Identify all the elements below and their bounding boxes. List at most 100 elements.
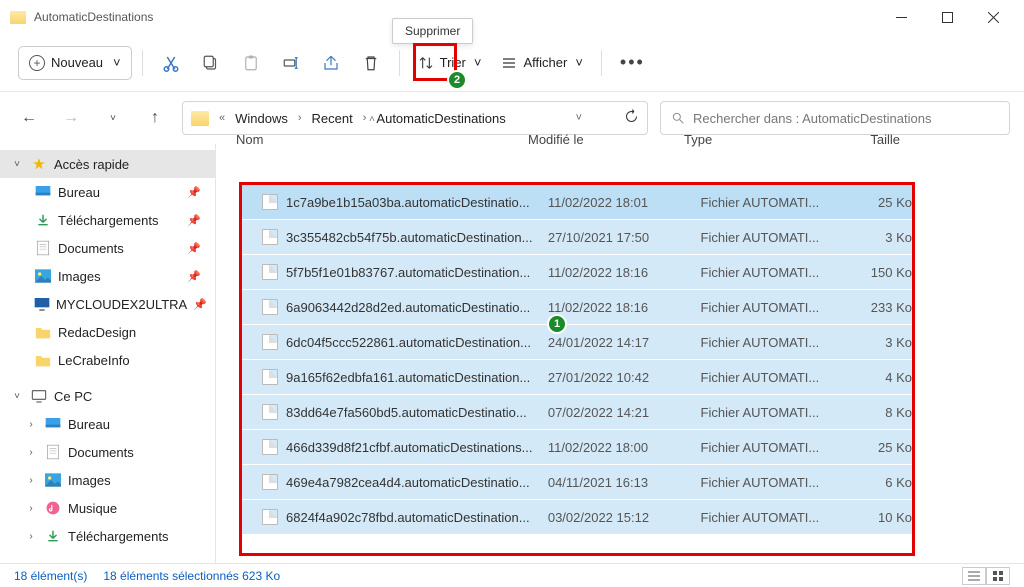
table-row[interactable]: 83dd64e7fa560bd5.automaticDestinatio... 0… bbox=[242, 395, 912, 430]
status-item-count: 18 élément(s) bbox=[14, 569, 87, 583]
rename-button[interactable] bbox=[273, 54, 309, 72]
plus-icon: + bbox=[29, 55, 45, 71]
sidebar-item[interactable]: ›Téléchargements bbox=[0, 522, 215, 550]
table-row[interactable]: 3c355482cb54f75b.automaticDestination...… bbox=[242, 220, 912, 255]
copy-button[interactable] bbox=[193, 54, 229, 72]
file-name: 3c355482cb54f75b.automaticDestination... bbox=[286, 230, 532, 245]
details-view-button[interactable] bbox=[962, 567, 986, 585]
desktop-icon bbox=[34, 184, 52, 200]
column-name[interactable]: Nom bbox=[236, 132, 528, 147]
file-icon bbox=[262, 474, 278, 490]
file-modified: 07/02/2022 14:21 bbox=[548, 405, 701, 420]
recent-locations-button[interactable]: ˅ bbox=[98, 103, 128, 133]
pin-icon: 📌 bbox=[193, 298, 207, 311]
doc-icon bbox=[44, 444, 62, 460]
chevron-right-icon: › bbox=[24, 531, 38, 542]
up-button[interactable]: ↑ bbox=[140, 103, 170, 133]
file-type: Fichier AUTOMATI... bbox=[701, 440, 834, 455]
sidebar-item[interactable]: RedacDesign bbox=[0, 318, 215, 346]
file-modified: 04/11/2021 16:13 bbox=[548, 475, 701, 490]
minimize-button[interactable] bbox=[878, 2, 924, 32]
sidebar-item[interactable]: ›Images bbox=[0, 466, 215, 494]
file-size: 10 Ko bbox=[834, 510, 912, 525]
sidebar-item[interactable]: LeCrabeInfo bbox=[0, 346, 215, 374]
file-name: 6824f4a902c78fbd.automaticDestination... bbox=[286, 510, 530, 525]
sidebar-item[interactable]: Images📌 bbox=[0, 262, 215, 290]
file-modified: 24/01/2022 14:17 bbox=[548, 335, 701, 350]
status-selected: 18 éléments sélectionnés 623 Ko bbox=[103, 569, 280, 583]
sort-icon bbox=[418, 55, 434, 71]
table-row[interactable]: 466d339d8f21cfbf.automaticDestinations..… bbox=[242, 430, 912, 465]
table-row[interactable]: 9a165f62edbfa161.automaticDestination...… bbox=[242, 360, 912, 395]
sidebar-item[interactable]: Bureau📌 bbox=[0, 178, 215, 206]
chevron-down-icon[interactable]: ˅ bbox=[576, 112, 582, 124]
delete-button[interactable] bbox=[353, 54, 389, 72]
chevron-right-icon: › bbox=[24, 447, 38, 458]
icons-view-button[interactable] bbox=[986, 567, 1010, 585]
chevron-right-icon: › bbox=[24, 503, 38, 514]
sidebar-item[interactable]: Téléchargements📌 bbox=[0, 206, 215, 234]
maximize-button[interactable] bbox=[924, 2, 970, 32]
table-row[interactable]: 6a9063442d28d2ed.automaticDestinatio...1… bbox=[242, 290, 912, 325]
column-size[interactable]: Taille bbox=[820, 132, 900, 147]
forward-button[interactable]: → bbox=[56, 103, 86, 133]
more-button[interactable]: ••• bbox=[612, 46, 653, 80]
file-modified: 11/02/2022 18:16 bbox=[548, 265, 701, 280]
file-type: Fichier AUTOMATI... bbox=[701, 370, 834, 385]
callout-badge-2: 2 bbox=[447, 70, 467, 90]
column-modified[interactable]: Modifié le bbox=[528, 132, 684, 147]
chevron-right-icon: › bbox=[24, 419, 38, 430]
file-modified: 27/10/2021 17:50 bbox=[548, 230, 701, 245]
close-button[interactable] bbox=[970, 2, 1016, 32]
chevron-down-icon: ˅ bbox=[575, 55, 583, 70]
file-size: 8 Ko bbox=[834, 405, 912, 420]
paste-button[interactable] bbox=[233, 54, 269, 72]
back-button[interactable]: ← bbox=[14, 103, 44, 133]
sidebar-item[interactable]: ›Musique bbox=[0, 494, 215, 522]
folder-icon bbox=[34, 352, 52, 368]
search-placeholder: Rechercher dans : AutomaticDestinations bbox=[693, 111, 931, 126]
column-type[interactable]: Type bbox=[684, 132, 820, 147]
pin-icon: 📌 bbox=[187, 186, 201, 199]
file-size: 25 Ko bbox=[834, 195, 912, 210]
file-icon bbox=[262, 439, 278, 455]
folder-icon bbox=[191, 111, 209, 126]
pin-icon: 📌 bbox=[187, 214, 201, 227]
sort-label: Trier bbox=[440, 55, 466, 70]
sidebar-item[interactable]: Documents📌 bbox=[0, 234, 215, 262]
table-row[interactable]: 6824f4a902c78fbd.automaticDestination...… bbox=[242, 500, 912, 535]
file-type: Fichier AUTOMATI... bbox=[701, 475, 834, 490]
table-row[interactable]: 5f7b5f1e01b83767.automaticDestination...… bbox=[242, 255, 912, 290]
file-icon bbox=[262, 369, 278, 385]
new-button[interactable]: + Nouveau ˅ bbox=[18, 46, 132, 80]
table-row[interactable]: 6dc04f5ccc522861.automaticDestination...… bbox=[242, 325, 912, 360]
file-size: 4 Ko bbox=[834, 370, 912, 385]
sidebar-this-pc[interactable]: ˅ Ce PC bbox=[0, 382, 215, 410]
folder-icon bbox=[34, 324, 52, 340]
sidebar-item[interactable]: ›Bureau bbox=[0, 410, 215, 438]
chevron-down-icon: ˅ bbox=[113, 55, 121, 70]
table-row[interactable]: 469e4a7982cea4d4.automaticDestinatio...0… bbox=[242, 465, 912, 500]
cut-button[interactable] bbox=[153, 54, 189, 72]
file-size: 6 Ko bbox=[834, 475, 912, 490]
separator bbox=[601, 50, 602, 76]
file-type: Fichier AUTOMATI... bbox=[701, 510, 834, 525]
table-row[interactable]: 1c7a9be1b15a03ba.automaticDestinatio...1… bbox=[242, 185, 912, 220]
file-name: 83dd64e7fa560bd5.automaticDestinatio... bbox=[286, 405, 527, 420]
doc-icon bbox=[34, 240, 52, 256]
toolbar: + Nouveau ˅ Trier ˅ Afficher ˅ ••• bbox=[0, 34, 1024, 92]
download-icon bbox=[34, 212, 52, 228]
view-button[interactable]: Afficher ˅ bbox=[493, 46, 590, 80]
file-modified: 11/02/2022 18:01 bbox=[548, 195, 701, 210]
file-size: 150 Ko bbox=[834, 265, 912, 280]
view-icon bbox=[501, 55, 517, 71]
share-button[interactable] bbox=[313, 54, 349, 72]
sidebar-item[interactable]: ›Documents bbox=[0, 438, 215, 466]
sidebar-item[interactable]: MYCLOUDEX2ULTRA📌 bbox=[0, 290, 215, 318]
chevron-right-icon: › bbox=[24, 475, 38, 486]
titlebar: AutomaticDestinations bbox=[0, 0, 1024, 34]
sidebar-quick-access[interactable]: ˅ ★ Accès rapide bbox=[0, 150, 215, 178]
separator bbox=[399, 50, 400, 76]
file-type: Fichier AUTOMATI... bbox=[701, 300, 834, 315]
star-icon: ★ bbox=[30, 156, 48, 172]
